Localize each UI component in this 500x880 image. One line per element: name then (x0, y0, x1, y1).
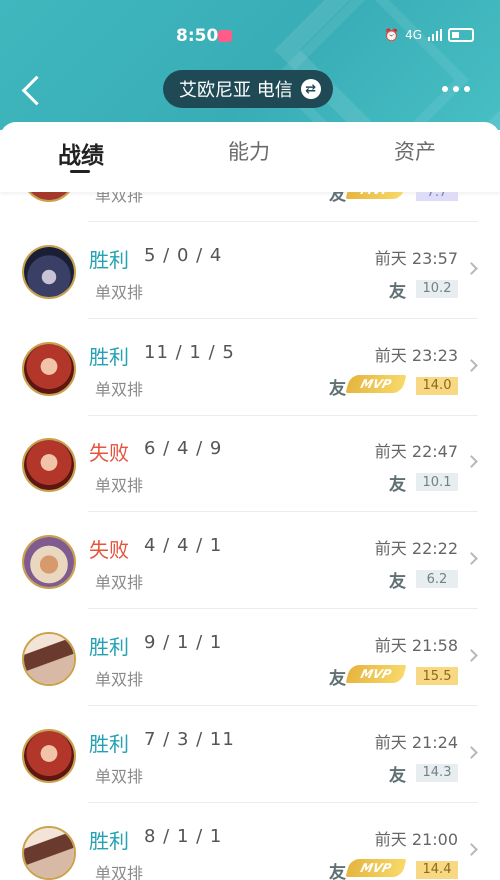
match-mode: 单双排 (95, 670, 144, 689)
status-time: 8:50 (176, 26, 219, 46)
match-mode: 单双排 (95, 282, 144, 302)
match-result: 胜利 (89, 635, 129, 659)
hero-avatar (22, 728, 76, 783)
chevron-right-icon (465, 552, 478, 566)
friend-icon: 友 (329, 378, 346, 399)
chevron-right-icon (465, 455, 478, 469)
hero-avatar (22, 632, 76, 686)
chevron-right-icon (465, 842, 478, 856)
match-row[interactable]: 胜利 8 / 1 / 1 单双排 前天 21:00 友 MVP 14.4 (0, 804, 500, 880)
match-time: 前天 21:00 (374, 829, 458, 849)
match-score: 10.2 (416, 279, 458, 298)
match-time: 前天 21:58 (374, 636, 458, 655)
alarm-icon: ⏰ (384, 28, 400, 42)
match-result: 胜利 (89, 344, 129, 369)
status-icons: ⏰ 4G (384, 28, 474, 42)
match-kda: 8 / 1 / 1 (144, 825, 223, 847)
match-kda: 5 / 0 / 4 (144, 244, 223, 266)
match-result: 失败 (89, 538, 129, 563)
match-score: 14.0 (416, 376, 458, 395)
match-row[interactable]: 失败 6 / 4 / 9 单双排 前天 22:47 友 10.1 (0, 416, 500, 513)
mvp-badge: MVP (345, 858, 407, 877)
match-kda: 9 / 1 / 1 (144, 632, 223, 653)
network-label: 4G (405, 28, 422, 42)
friend-icon: 友 (329, 862, 346, 880)
more-icon[interactable] (442, 86, 470, 92)
tab-bar: 战绩 能力 资产 (0, 122, 500, 192)
match-result: 胜利 (89, 828, 129, 853)
match-row[interactable]: 胜利 5 / 0 / 4 单双排 前天 23:57 友 10.2 (0, 223, 500, 319)
match-mode: 单双排 (95, 863, 144, 880)
match-time: 前天 22:22 (374, 539, 458, 559)
friend-icon: 友 (389, 765, 406, 786)
match-time: 前天 22:47 (374, 442, 458, 462)
server-label: 艾欧尼亚 电信 (179, 80, 293, 101)
match-kda: 4 / 4 / 1 (144, 535, 223, 557)
hero-avatar (22, 825, 76, 880)
hero-avatar (22, 244, 76, 299)
hero-avatar (22, 438, 76, 493)
friend-icon: 友 (389, 475, 406, 496)
match-score: 15.5 (416, 667, 458, 685)
match-row[interactable]: 失败 4 / 4 / 1 单双排 前天 22:22 友 6.2 (0, 513, 500, 610)
friend-icon: 友 (329, 669, 346, 689)
match-result: 胜利 (89, 731, 129, 756)
match-row[interactable]: 胜利 11 / 1 / 5 单双排 前天 23:23 友 MVP 14.0 (0, 320, 500, 416)
match-mode: 单双排 (95, 766, 144, 786)
friend-icon: 友 (329, 192, 346, 205)
status-bar: 8:50 ⏰ 4G (0, 22, 500, 52)
match-result: 失败 (89, 441, 129, 466)
match-row[interactable]: 单双排 友MVP 7.7 (0, 192, 500, 222)
back-button[interactable] (16, 70, 52, 110)
mvp-badge: MVP (345, 374, 407, 393)
hero-avatar (22, 535, 76, 590)
chevron-right-icon (465, 745, 478, 759)
match-score: 6.2 (416, 570, 458, 589)
match-kda: 6 / 4 / 9 (144, 438, 223, 460)
match-mode: 单双排 (95, 476, 144, 496)
tab-records[interactable]: 战绩 (58, 136, 104, 170)
header-bar: 8:50 ⏰ 4G 艾欧尼亚 电信 ⇄ (0, 0, 500, 130)
app-notification-icon (218, 30, 232, 42)
server-switch-button[interactable]: 艾欧尼亚 电信 ⇄ (163, 70, 333, 108)
tab-assets[interactable]: 资产 (394, 136, 436, 166)
mvp-badge: MVP (345, 665, 407, 683)
hero-avatar (22, 341, 76, 396)
battery-icon (448, 28, 474, 42)
match-list: 单双排友MVP7.7胜利5 / 0 / 4单双排前天 23:57友10.2胜利1… (0, 192, 500, 880)
friend-icon: 友 (389, 572, 406, 593)
mvp-badge: MVP (345, 192, 407, 199)
match-kda: 11 / 1 / 5 (144, 341, 235, 363)
match-time: 前天 21:24 (374, 732, 458, 752)
signal-icon (428, 29, 442, 41)
match-mode: 单双排 (95, 192, 144, 205)
chevron-right-icon (465, 649, 478, 662)
match-result: 胜利 (89, 247, 129, 272)
match-time: 前天 23:23 (374, 345, 458, 365)
friend-icon: 友 (389, 281, 406, 302)
match-score: 7.7 (416, 192, 458, 201)
chevron-right-icon (465, 261, 478, 275)
match-kda: 7 / 3 / 11 (144, 728, 235, 750)
chevron-right-icon (465, 358, 478, 372)
tab-active-indicator (70, 170, 90, 173)
hero-avatar (22, 192, 76, 202)
match-row[interactable]: 胜利 9 / 1 / 1 单双排 前天 21:58 友 MVP 15.5 (0, 610, 500, 706)
match-row[interactable]: 胜利 7 / 3 / 11 单双排 前天 21:24 友 14.3 (0, 707, 500, 803)
tab-ability[interactable]: 能力 (228, 136, 270, 166)
match-score: 10.1 (416, 473, 458, 492)
swap-icon: ⇄ (300, 79, 321, 99)
match-mode: 单双排 (95, 573, 144, 593)
match-score: 14.3 (416, 763, 458, 782)
match-time: 前天 23:57 (374, 248, 458, 268)
match-score: 14.4 (416, 860, 458, 879)
match-mode: 单双排 (95, 379, 144, 399)
